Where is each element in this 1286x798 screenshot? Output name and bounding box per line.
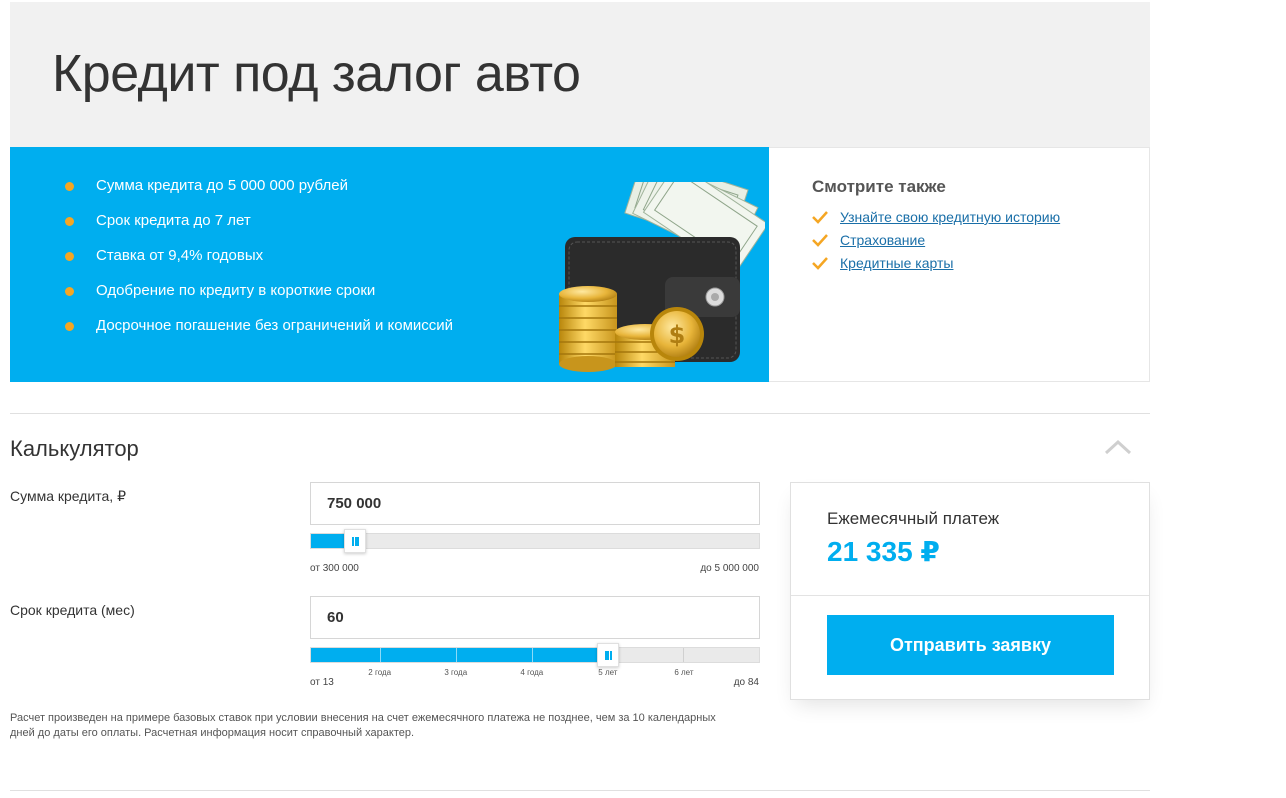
- monthly-payment-amount: 21 335 ₽: [827, 536, 940, 567]
- check-icon: [812, 257, 828, 270]
- bullet-icon: [65, 252, 74, 261]
- disclaimer-text: Расчет произведен на примере базовых ста…: [10, 712, 716, 739]
- result-divider: [791, 595, 1149, 596]
- term-slider-fill: [311, 648, 608, 662]
- amount-max-label: до 5 000 000: [700, 563, 759, 574]
- see-also-panel: Смотрите также Узнайте свою кредитную ис…: [769, 147, 1150, 382]
- term-tick-label: 2 года: [368, 668, 392, 677]
- feature-item: Досрочное погашение без ограничений и ко…: [65, 317, 453, 352]
- promo-banner: Сумма кредита до 5 000 000 рублей Срок к…: [10, 147, 769, 382]
- page-title: Кредит под залог авто: [52, 45, 581, 103]
- amount-slider[interactable]: [310, 529, 760, 553]
- see-also-item: Страхование: [812, 231, 1060, 254]
- term-tick-label: 4 года: [520, 668, 544, 677]
- bottom-divider: [10, 790, 1150, 791]
- term-tick: [531, 648, 533, 662]
- feature-item: Ставка от 9,4% годовых: [65, 247, 453, 282]
- amount-input[interactable]: 750 000: [310, 482, 760, 525]
- term-tick: [456, 648, 458, 662]
- feature-list: Сумма кредита до 5 000 000 рублей Срок к…: [65, 177, 453, 352]
- bullet-icon: [65, 287, 74, 296]
- result-card: Ежемесячный платеж 21 335 ₽ Отправить за…: [790, 482, 1150, 700]
- term-tick-label: 3 года: [444, 668, 468, 677]
- feature-item: Срок кредита до 7 лет: [65, 212, 453, 247]
- bullet-icon: [65, 182, 74, 191]
- link-credit-history[interactable]: Узнайте свою кредитную историю: [840, 209, 1060, 225]
- term-tick-label: 6 лет: [674, 668, 694, 677]
- see-also-title: Смотрите также: [812, 177, 946, 196]
- bullet-icon: [65, 322, 74, 331]
- chevron-up-icon[interactable]: [1104, 438, 1132, 456]
- amount-slider-handle[interactable]: [344, 529, 367, 553]
- calculator-title: Калькулятор: [10, 436, 139, 461]
- term-tick: [683, 648, 685, 662]
- link-credit-cards[interactable]: Кредитные карты: [840, 255, 953, 271]
- svg-text:$: $: [669, 321, 686, 349]
- term-input[interactable]: 60: [310, 596, 760, 639]
- bullet-icon: [65, 217, 74, 226]
- grip-icon: [352, 537, 360, 546]
- wallet-coins-illustration: $: [559, 182, 765, 372]
- term-tick: [380, 648, 382, 662]
- see-also-links: Узнайте свою кредитную историю Страхован…: [812, 208, 1060, 277]
- amount-min-label: от 300 000: [310, 563, 359, 574]
- see-also-item: Кредитные карты: [812, 254, 1060, 277]
- link-insurance[interactable]: Страхование: [840, 232, 925, 248]
- term-slider[interactable]: [310, 643, 760, 667]
- check-icon: [812, 234, 828, 247]
- feature-item: Одобрение по кредиту в короткие сроки: [65, 282, 453, 317]
- term-min-label: от 13: [310, 677, 334, 688]
- see-also-item: Узнайте свою кредитную историю: [812, 208, 1060, 231]
- page-header: Кредит под залог авто: [10, 2, 1150, 147]
- term-slider-handle[interactable]: [596, 643, 619, 667]
- check-icon: [812, 211, 828, 224]
- term-max-label: до 84: [733, 677, 759, 688]
- term-tick-label: 5 лет: [598, 668, 618, 677]
- section-divider: [10, 413, 1150, 414]
- amount-label: Сумма кредита, ₽: [10, 488, 126, 504]
- feature-item: Сумма кредита до 5 000 000 рублей: [65, 177, 453, 212]
- monthly-payment-label: Ежемесячный платеж: [827, 509, 1000, 528]
- term-label: Срок кредита (мес): [10, 602, 135, 618]
- grip-icon: [604, 651, 612, 660]
- submit-application-button[interactable]: Отправить заявку: [827, 615, 1114, 675]
